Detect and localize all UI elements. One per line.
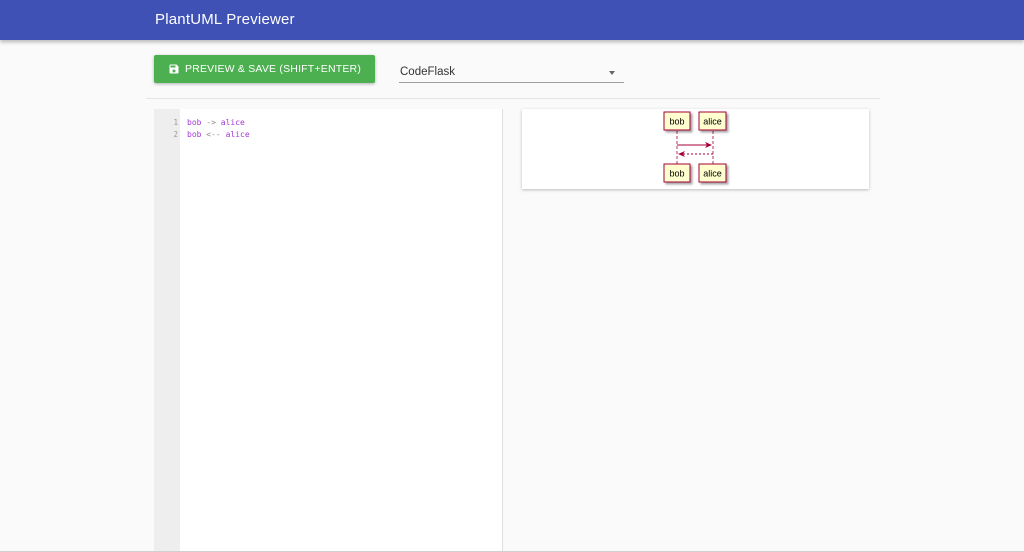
code-token: bob <box>187 130 202 139</box>
participant-label: alice <box>703 117 722 127</box>
code-token: alice <box>225 130 250 139</box>
code-token: alice <box>220 118 245 127</box>
code-editor: 1 2 bob -> alice bob <-- alice <box>154 109 503 552</box>
message-arrow-dotted <box>678 151 713 157</box>
line-number-gutter: 1 2 <box>154 109 180 552</box>
editor-type-select-value: CodeFlask <box>400 66 455 78</box>
sequence-diagram: bob alice bob alice <box>663 111 727 183</box>
participant-bob-bottom: bob <box>663 163 691 183</box>
editor-type-select[interactable]: CodeFlask <box>399 62 624 83</box>
toolbar-divider <box>146 98 880 99</box>
preview-save-label: PREVIEW & SAVE (SHIFT+ENTER) <box>184 63 362 75</box>
code-token: -> <box>206 118 216 127</box>
code-token: <-- <box>206 130 221 139</box>
participant-label: bob <box>669 169 684 179</box>
diagram-preview: bob alice bob alice <box>522 109 869 189</box>
code-line: bob <-- alice <box>187 130 250 139</box>
app-bar: PlantUML Previewer <box>0 0 1024 40</box>
participant-label: alice <box>703 169 722 179</box>
participant-alice-bottom: alice <box>698 163 727 183</box>
line-number: 1 <box>173 118 178 127</box>
code-line: bob -> alice <box>187 118 245 127</box>
code-textarea[interactable]: bob -> alice bob <-- alice <box>180 109 502 552</box>
participant-label: bob <box>669 117 684 127</box>
code-token: bob <box>187 118 202 127</box>
line-number: 2 <box>173 130 178 139</box>
message-arrow-solid <box>677 142 712 148</box>
participant-alice-top: alice <box>698 111 727 131</box>
app-title: PlantUML Previewer <box>155 11 295 28</box>
preview-save-button[interactable]: PREVIEW & SAVE (SHIFT+ENTER) <box>154 55 375 83</box>
floppy-disk-icon <box>168 63 180 75</box>
participant-bob-top: bob <box>663 111 691 131</box>
triangle-down-icon <box>609 71 615 75</box>
